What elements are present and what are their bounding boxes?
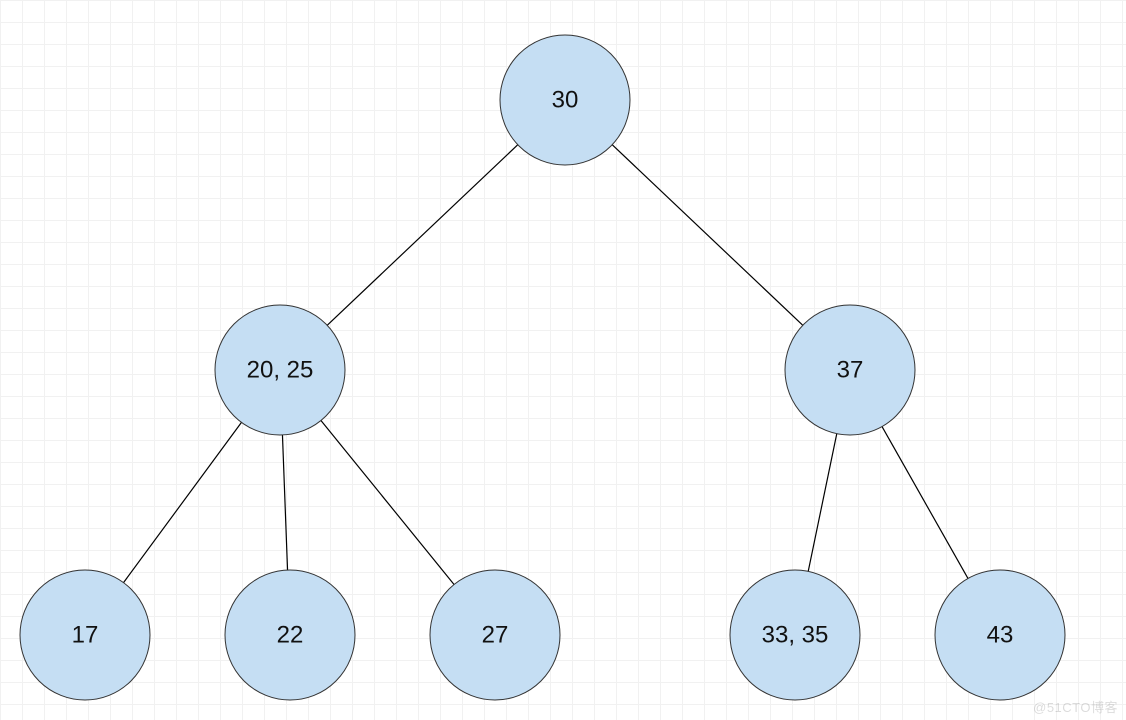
watermark: @51CTO博客 [1033,697,1118,716]
node-label: 22 [277,622,304,649]
node-label: 33, 35 [762,622,829,649]
node-root: 30 [500,35,630,165]
node-leaf_e: 43 [935,570,1065,700]
node-right1: 37 [785,305,915,435]
tree-svg: 30 20, 25 37 17 22 27 33, 35 43 [0,0,1126,720]
node-label: 20, 25 [247,357,314,384]
edge-right1-leaf_e [882,427,968,579]
edge-left1-leaf_c [321,420,454,584]
node-label: 37 [837,357,864,384]
edge-right1-leaf_d [808,434,837,572]
node-leaf_b: 22 [225,570,355,700]
edge-left1-leaf_a [124,422,242,582]
node-label: 30 [552,87,579,114]
edge-root-left1 [327,145,518,326]
node-leaf_a: 17 [20,570,150,700]
node-label: 43 [987,622,1014,649]
node-label: 17 [72,622,99,649]
edge-root-right1 [612,145,803,326]
node-label: 27 [482,622,509,649]
diagram-canvas: 30 20, 25 37 17 22 27 33, 35 43 [0,0,1126,720]
node-leaf_d: 33, 35 [730,570,860,700]
node-left1: 20, 25 [215,305,345,435]
edge-left1-leaf_b [282,435,287,570]
node-leaf_c: 27 [430,570,560,700]
